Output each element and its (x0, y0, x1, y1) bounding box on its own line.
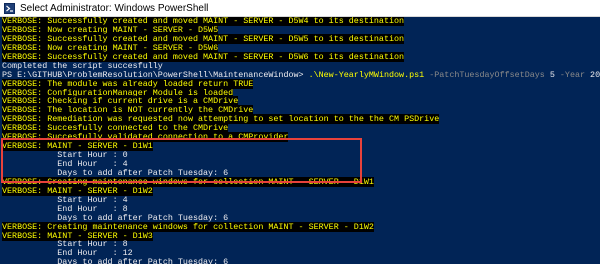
powershell-window: Select Administrator: Windows PowerShell… (0, 0, 600, 264)
parameter-name: -PatchTuesdayOffsetDays (424, 69, 545, 80)
parameter-value: 5 (544, 69, 555, 80)
powershell-icon (4, 2, 15, 14)
parameter-name: -Year (554, 69, 586, 80)
console-line: Days to add after Patch Tuesday: 6 (2, 258, 600, 264)
console-output[interactable]: VERBOSE: Successfully created and moved … (0, 17, 600, 264)
command-text: .\New-YearlyMWindow.ps1 (308, 69, 425, 80)
window-title: Select Administrator: Windows PowerShell (20, 2, 209, 14)
title-bar[interactable]: Select Administrator: Windows PowerShell (0, 0, 600, 17)
output-text: Days to add after Patch Tuesday: 6 (2, 257, 229, 264)
parameter-value: 2019 (590, 69, 600, 80)
